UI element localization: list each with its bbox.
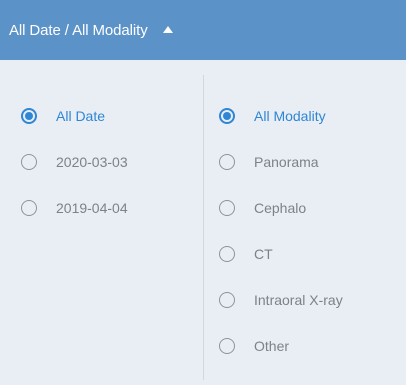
modality-option-intraoral-xray[interactable]: Intraoral X-ray — [219, 288, 343, 312]
filter-dropdown-title: All Date / All Modality — [9, 21, 148, 39]
radio-unchecked-icon[interactable] — [21, 200, 37, 216]
radio-unchecked-icon[interactable] — [219, 246, 235, 262]
radio-unchecked-icon[interactable] — [219, 338, 235, 354]
date-option-2020-03-03[interactable]: 2020-03-03 — [21, 150, 128, 174]
radio-unchecked-icon[interactable] — [21, 154, 37, 170]
date-option-label: 2019-04-04 — [56, 200, 128, 216]
filter-dropdown-header[interactable]: All Date / All Modality — [0, 0, 406, 60]
modality-option-all[interactable]: All Modality — [219, 104, 326, 128]
modality-option-panorama[interactable]: Panorama — [219, 150, 319, 174]
modality-option-label: CT — [254, 246, 273, 262]
radio-unchecked-icon[interactable] — [219, 154, 235, 170]
modality-option-label: All Modality — [254, 108, 326, 124]
modality-option-cephalo[interactable]: Cephalo — [219, 196, 306, 220]
date-option-2019-04-04[interactable]: 2019-04-04 — [21, 196, 128, 220]
modality-option-label: Intraoral X-ray — [254, 292, 343, 308]
column-divider — [203, 75, 204, 380]
modality-option-label: Cephalo — [254, 200, 307, 216]
modality-option-label: Panorama — [254, 154, 319, 170]
caret-up-icon — [162, 25, 173, 33]
radio-unchecked-icon[interactable] — [219, 200, 235, 216]
radio-unchecked-icon[interactable] — [219, 292, 235, 308]
radio-checked-icon[interactable] — [21, 108, 37, 124]
radio-checked-icon[interactable] — [219, 108, 235, 124]
filter-dropdown-panel: All Date / All Modality All Date 2020-03… — [0, 0, 406, 385]
modality-option-other[interactable]: Other — [219, 334, 289, 358]
date-option-all[interactable]: All Date — [21, 104, 105, 128]
date-option-label: 2020-03-03 — [56, 154, 128, 170]
modality-option-label: Other — [254, 338, 290, 354]
modality-option-ct[interactable]: CT — [219, 242, 273, 266]
date-option-label: All Date — [56, 108, 106, 124]
